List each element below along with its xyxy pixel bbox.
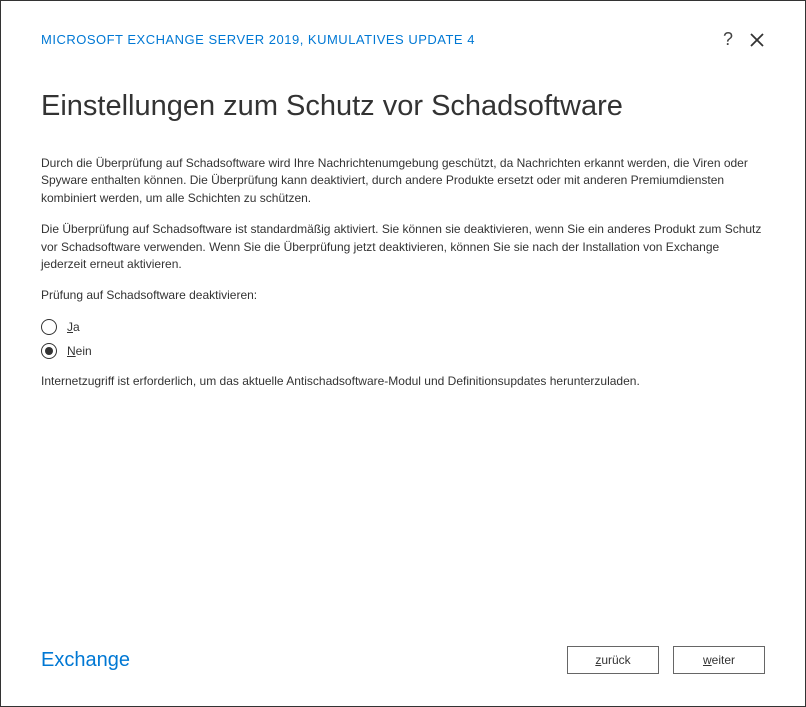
- close-icon[interactable]: [749, 32, 765, 48]
- radio-no-indicator: [41, 343, 57, 359]
- footer-buttons: zurück weiter: [567, 646, 765, 674]
- radio-no[interactable]: Nein: [41, 343, 765, 359]
- brand-label: Exchange: [41, 649, 130, 672]
- radio-yes-label: Ja: [67, 320, 80, 334]
- page-title: Einstellungen zum Schutz vor Schadsoftwa…: [41, 90, 765, 123]
- internet-note: Internetzugriff ist erforderlich, um das…: [41, 373, 765, 390]
- header: MICROSOFT EXCHANGE SERVER 2019, KUMULATI…: [1, 1, 805, 50]
- footer: Exchange zurück weiter: [1, 646, 805, 706]
- next-button[interactable]: weiter: [673, 646, 765, 674]
- radio-question: Prüfung auf Schadsoftware deaktivieren:: [41, 287, 765, 304]
- back-button[interactable]: zurück: [567, 646, 659, 674]
- help-icon[interactable]: ?: [723, 29, 733, 50]
- intro-paragraph-2: Die Überprüfung auf Schadsoftware ist st…: [41, 221, 765, 273]
- radio-no-label: Nein: [67, 344, 92, 358]
- disable-malware-radio-group: Ja Nein: [41, 319, 765, 359]
- content-area: Einstellungen zum Schutz vor Schadsoftwa…: [1, 50, 805, 646]
- header-title: MICROSOFT EXCHANGE SERVER 2019, KUMULATI…: [41, 32, 475, 47]
- radio-yes[interactable]: Ja: [41, 319, 765, 335]
- setup-wizard-window: MICROSOFT EXCHANGE SERVER 2019, KUMULATI…: [0, 0, 806, 707]
- close-x-icon: [749, 32, 765, 48]
- radio-yes-indicator: [41, 319, 57, 335]
- intro-paragraph-1: Durch die Überprüfung auf Schadsoftware …: [41, 155, 765, 207]
- header-actions: ?: [723, 29, 765, 50]
